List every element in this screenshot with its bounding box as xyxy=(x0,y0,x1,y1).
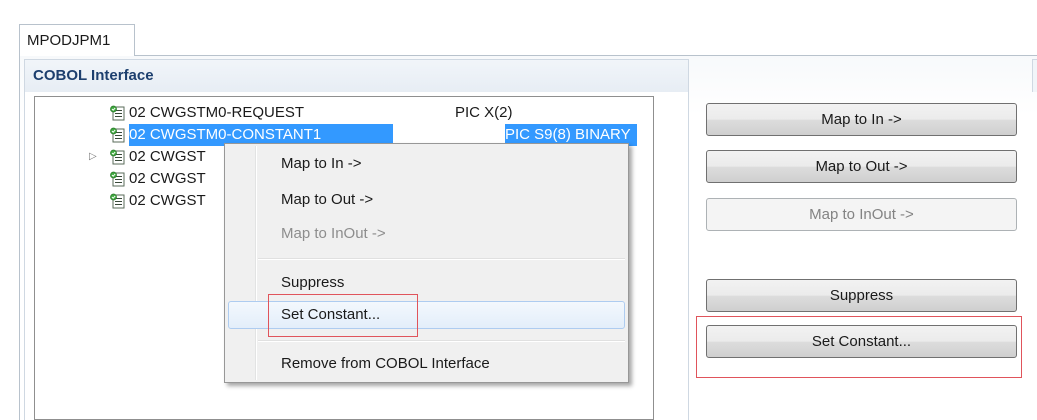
cobol-field-icon xyxy=(109,105,126,122)
menu-item-map-to-out[interactable]: Map to Out -> xyxy=(228,186,625,214)
set-constant-button[interactable]: Set Constant... xyxy=(706,325,1017,358)
right-section-header xyxy=(1032,59,1037,92)
expand-arrow-icon[interactable]: ▷ xyxy=(89,146,99,168)
cobol-field-icon xyxy=(109,149,126,166)
tab-bar-divider xyxy=(19,55,1037,56)
menu-item-map-to-inout[interactable]: Map to InOut -> xyxy=(228,220,625,248)
suppress-button[interactable]: Suppress xyxy=(706,279,1017,312)
map-to-inout-button[interactable]: Map to InOut -> xyxy=(706,198,1017,231)
menu-item-suppress[interactable]: Suppress xyxy=(228,269,625,297)
tree-row[interactable]: 02 CWGSTM0-REQUEST PIC X(2) xyxy=(35,102,653,124)
tree-field-pic: PIC X(2) xyxy=(455,104,513,121)
tree-field-name: 02 CWGSTM0-REQUEST xyxy=(129,104,305,121)
map-to-out-button[interactable]: Map to Out -> xyxy=(706,150,1017,183)
tree-field-name: 02 CWGST xyxy=(129,192,206,209)
cobol-field-icon xyxy=(109,171,126,188)
menu-item-remove-from-cobol-interface[interactable]: Remove from COBOL Interface xyxy=(228,350,625,378)
map-to-in-button[interactable]: Map to In -> xyxy=(706,103,1017,136)
menu-separator xyxy=(258,258,625,260)
editor-tab-mpodjpm1[interactable]: MPODJPM1 xyxy=(19,24,135,56)
menu-item-set-constant[interactable]: Set Constant... xyxy=(228,301,625,329)
tree-field-name: 02 CWGST xyxy=(129,170,206,187)
cobol-field-icon xyxy=(109,127,126,144)
section-title[interactable]: COBOL Interface xyxy=(24,59,689,92)
menu-item-map-to-in[interactable]: Map to In -> xyxy=(228,150,625,178)
menu-icon-gutter xyxy=(255,146,257,380)
cobol-field-icon xyxy=(109,193,126,210)
context-menu: Map to In -> Map to Out -> Map to InOut … xyxy=(224,143,629,383)
tree-field-name: 02 CWGST xyxy=(129,148,206,165)
menu-separator xyxy=(258,340,625,342)
